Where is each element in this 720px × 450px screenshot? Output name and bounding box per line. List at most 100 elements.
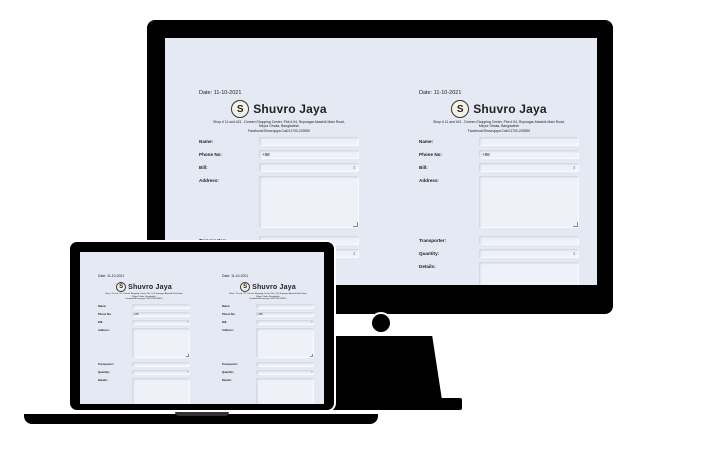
- bill-label: Bill:: [98, 320, 104, 324]
- transporter-label: Transporter:: [419, 238, 447, 244]
- address-textarea[interactable]: [256, 327, 314, 358]
- name-input[interactable]: [479, 137, 579, 147]
- details-label: Details:: [222, 378, 232, 382]
- row-name: Name:: [199, 137, 359, 147]
- details-textarea[interactable]: [132, 377, 190, 404]
- laptop-notch: [175, 412, 229, 416]
- date-value: 11-10-2021: [107, 274, 125, 278]
- name-input[interactable]: [259, 137, 359, 147]
- quantity-input[interactable]: [256, 369, 314, 375]
- quantity-input[interactable]: [479, 249, 579, 259]
- row-name: Name:: [98, 303, 190, 309]
- date-label: Date:: [419, 90, 433, 96]
- bill-input[interactable]: [479, 163, 579, 173]
- transporter-label: Transporter:: [98, 362, 114, 366]
- row-transporter: Transporter:: [419, 236, 579, 246]
- date-line: Date: 11-10-2021: [222, 274, 314, 278]
- details-textarea[interactable]: [479, 262, 579, 285]
- quantity-input[interactable]: [132, 369, 190, 375]
- row-name: Name:: [419, 137, 579, 147]
- shop-name: Shuvro Jaya: [473, 102, 547, 116]
- address-line-3: Facebook/Shuvrojaya Call:01700-203990: [467, 128, 531, 133]
- brand: S Shuvro Jaya: [222, 282, 314, 292]
- name-label: Name:: [419, 139, 434, 145]
- quantity-label: Quantity:: [222, 370, 234, 374]
- shop-address: Shop # 11 and #21 , Doreen Shopping Cent…: [98, 293, 190, 301]
- phone-input[interactable]: +88: [256, 311, 314, 317]
- row-transporter: Transporter:: [222, 361, 314, 367]
- row-phone: Phone No: +88: [98, 311, 190, 317]
- phone-input[interactable]: +88: [132, 311, 190, 317]
- quantity-label: Quantity:: [98, 370, 110, 374]
- row-details: Details:: [98, 377, 190, 404]
- row-name: Name:: [222, 303, 314, 309]
- shop-address: Shop # 11 and #21 , Doreen Shopping Cent…: [222, 293, 314, 301]
- details-label: Details:: [419, 264, 436, 270]
- address-label: Address:: [222, 328, 234, 332]
- transporter-label: Transporter:: [222, 362, 238, 366]
- phone-input[interactable]: +88: [479, 150, 579, 160]
- shop-logo-icon: S: [240, 282, 251, 292]
- monitor-stand: [320, 336, 442, 400]
- row-phone: Phone No: +88: [419, 150, 579, 160]
- date-label: Date:: [222, 274, 231, 278]
- brand: S Shuvro Jaya: [98, 282, 190, 292]
- details-textarea[interactable]: [256, 377, 314, 404]
- shop-logo-icon: S: [451, 100, 470, 118]
- bill-input[interactable]: [256, 319, 314, 325]
- name-input[interactable]: [256, 303, 314, 309]
- address-textarea[interactable]: [479, 176, 579, 229]
- address-label: Address:: [199, 178, 219, 184]
- brand: S Shuvro Jaya: [419, 100, 579, 118]
- row-transporter: Transporter:: [98, 361, 190, 367]
- shop-address: Shop # 11 and #21 , Doreen Shopping Cent…: [199, 120, 359, 133]
- row-address: Address:: [419, 176, 579, 229]
- date-value: 11-10-2021: [433, 90, 462, 96]
- receipt-form-right: Date: 11-10-2021 S Shuvro Jaya Shop # 11…: [419, 38, 579, 285]
- shop-logo-icon: S: [116, 282, 127, 292]
- receipt-form-left: Date: 11-10-2021 S Shuvro Jaya Shop # 11…: [98, 252, 190, 404]
- row-address: Address:: [222, 327, 314, 358]
- row-quantity: Quantity:: [222, 369, 314, 375]
- name-input[interactable]: [132, 303, 190, 309]
- row-phone: Phone No: +88: [222, 311, 314, 317]
- transporter-input[interactable]: [479, 236, 579, 246]
- shop-name: Shuvro Jaya: [128, 283, 172, 291]
- quantity-label: Quantity:: [419, 251, 440, 257]
- address-label: Address:: [98, 328, 110, 332]
- address-textarea[interactable]: [132, 327, 190, 358]
- transporter-input[interactable]: [132, 361, 190, 367]
- address-line-3: Facebook/Shuvrojaya Call:01700-203990: [247, 128, 311, 133]
- date-value: 11-10-2021: [213, 90, 242, 96]
- bill-input[interactable]: [259, 163, 359, 173]
- row-bill: Bill:: [222, 319, 314, 325]
- laptop-screen: Date: 11-10-2021 S Shuvro Jaya Shop # 11…: [80, 252, 324, 404]
- row-bill: Bill:: [98, 319, 190, 325]
- date-line: Date: 11-10-2021: [419, 90, 579, 96]
- bill-label: Bill:: [199, 165, 208, 171]
- transporter-input[interactable]: [256, 361, 314, 367]
- row-bill: Bill:: [199, 163, 359, 173]
- phone-label: Phone No:: [98, 312, 112, 316]
- address-line-3: Facebook/Shuvrojaya Call:01700-203990: [125, 298, 163, 301]
- address-label: Address:: [419, 178, 439, 184]
- address-line-3: Facebook/Shuvrojaya Call:01700-203990: [249, 298, 287, 301]
- row-address: Address:: [199, 176, 359, 229]
- phone-input[interactable]: +88: [259, 150, 359, 160]
- name-label: Name:: [98, 304, 107, 308]
- name-label: Name:: [199, 139, 214, 145]
- brand: S Shuvro Jaya: [199, 100, 359, 118]
- bill-input[interactable]: [132, 319, 190, 325]
- bill-label: Bill:: [222, 320, 228, 324]
- row-address: Address:: [98, 327, 190, 358]
- laptop: Date: 11-10-2021 S Shuvro Jaya Shop # 11…: [68, 240, 336, 412]
- date-line: Date: 11-10-2021: [199, 90, 359, 96]
- address-textarea[interactable]: [259, 176, 359, 229]
- receipt-form-left: Date: 11-10-2021 S Shuvro Jaya Shop # 11…: [199, 38, 359, 259]
- row-details: Details:: [222, 377, 314, 404]
- phone-label: Phone No:: [419, 152, 442, 158]
- row-quantity: Quantity:: [419, 249, 579, 259]
- shop-logo-icon: S: [231, 100, 250, 118]
- date-label: Date:: [98, 274, 107, 278]
- name-label: Name:: [222, 304, 231, 308]
